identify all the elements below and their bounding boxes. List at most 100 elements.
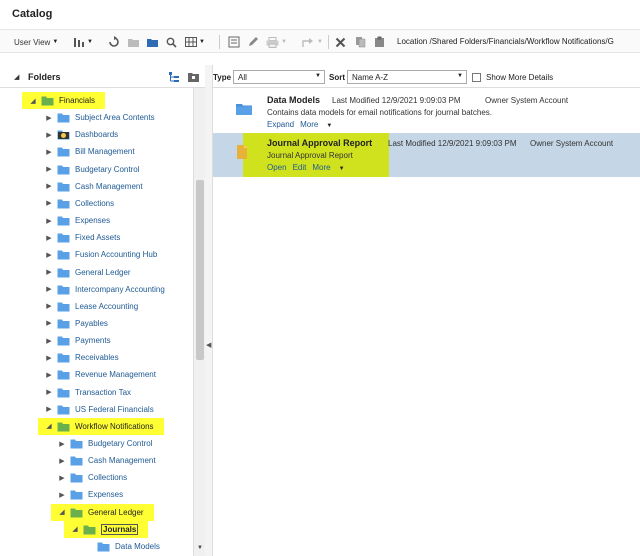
expand-icon[interactable]: ▶ (57, 491, 67, 499)
show-more-details-checkbox[interactable] (472, 73, 481, 82)
sort-select[interactable]: Name A-Z ▼ (347, 70, 467, 84)
expand-icon[interactable]: ▶ (57, 440, 67, 448)
more-link[interactable]: More ▼ (300, 120, 338, 129)
tree-item-label[interactable]: Budgetary Control (88, 439, 152, 448)
share-menu[interactable]: ▼ (302, 35, 323, 49)
collapse-panel-icon[interactable]: ◢ (14, 73, 19, 81)
open-link[interactable]: Open (267, 163, 287, 172)
tree-item-label[interactable]: Expenses (75, 216, 110, 225)
expand-icon[interactable]: ▶ (44, 371, 54, 379)
tree-item[interactable]: ▶ Fixed Assets (44, 229, 120, 246)
tree-item[interactable]: ▶ Receivables (44, 349, 119, 366)
tree-item[interactable]: Data Models (84, 538, 160, 555)
expand-icon[interactable]: ▶ (44, 337, 54, 345)
tree-item[interactable]: ▶ General Ledger (44, 264, 131, 281)
columns-view-button[interactable]: ▼ (73, 35, 93, 49)
expand-icon[interactable]: ▶ (57, 457, 67, 465)
new-folder-button[interactable] (127, 35, 140, 49)
tree-item[interactable]: ▶ Subject Area Contents (44, 109, 155, 126)
edit-link[interactable]: Edit (293, 163, 307, 172)
tree-item[interactable]: ◢ General Ledger (51, 503, 154, 521)
collapse-icon[interactable]: ◢ (44, 422, 54, 430)
print-menu[interactable]: ▼ (266, 35, 287, 49)
expand-icon[interactable]: ▶ (44, 148, 54, 156)
tree-item-label[interactable]: General Ledger (75, 268, 131, 277)
expand-icon[interactable]: ▶ (44, 302, 54, 310)
catalog-item[interactable]: Data Models Last Modified 12/9/2021 9:09… (213, 90, 640, 134)
tree-item-label[interactable]: Payments (75, 336, 111, 345)
expand-icon[interactable]: ▶ (44, 285, 54, 293)
tree-item[interactable]: ▶ US Federal Financials (44, 401, 154, 418)
expand-icon[interactable]: ▶ (44, 319, 54, 327)
collapse-icon[interactable]: ◢ (57, 508, 67, 516)
type-select[interactable]: All ▼ (233, 70, 325, 84)
task-button[interactable] (228, 35, 240, 49)
expand-icon[interactable]: ▶ (44, 182, 54, 190)
user-view-menu[interactable]: User View ▼ (14, 35, 58, 49)
view-options-menu[interactable]: ▼ (185, 35, 205, 49)
refresh-button[interactable] (108, 35, 120, 49)
tree-item[interactable]: ▶ Cash Management (44, 178, 143, 195)
item-name[interactable]: Data Models (267, 95, 320, 105)
tree-item-label[interactable]: Data Models (115, 542, 160, 551)
expand-icon[interactable]: ▶ (44, 251, 54, 259)
tree-item-label[interactable]: Intercompany Accounting (75, 285, 165, 294)
tree-item[interactable]: ◢ Journals (64, 520, 149, 538)
tree-item-label[interactable]: Fixed Assets (75, 233, 120, 242)
tree-item-label[interactable]: Cash Management (88, 456, 156, 465)
expand-icon[interactable]: ▶ (44, 217, 54, 225)
more-link[interactable]: More ▼ (312, 163, 350, 172)
tree-view-icon[interactable] (168, 71, 180, 83)
tree-item-label[interactable]: Revenue Management (75, 370, 156, 379)
tree-scrollbar[interactable]: ▼ (193, 88, 205, 556)
copy-button[interactable] (355, 35, 366, 49)
edit-button[interactable] (247, 35, 259, 49)
expand-icon[interactable]: ▶ (44, 354, 54, 362)
tree-item-label[interactable]: Fusion Accounting Hub (75, 250, 157, 259)
tree-item-label[interactable]: Journals (101, 523, 139, 535)
tree-item[interactable]: ▶ Collections (44, 195, 114, 212)
expand-icon[interactable]: ▶ (44, 114, 54, 122)
expand-link[interactable]: Expand (267, 120, 294, 129)
tree-item[interactable]: ▶ Revenue Management (44, 366, 156, 383)
scroll-down-icon[interactable]: ▼ (197, 545, 203, 551)
tree-item-label[interactable]: Receivables (75, 353, 119, 362)
tree-item[interactable]: ▶ Budgetary Control (57, 435, 152, 452)
tree-item-label[interactable]: Collections (88, 473, 127, 482)
collapse-arrow-icon[interactable]: ◀ (206, 341, 211, 349)
tree-item-label[interactable]: Collections (75, 199, 114, 208)
tree-item[interactable]: ▶ Expenses (44, 212, 110, 229)
item-name[interactable]: Journal Approval Report (267, 138, 372, 148)
tree-item-label[interactable]: Financials (59, 96, 95, 105)
tree-item[interactable]: ▶ Bill Management (44, 143, 135, 160)
tree-item-label[interactable]: Subject Area Contents (75, 113, 155, 122)
folder-up-button[interactable] (146, 35, 159, 49)
expand-icon[interactable]: ▶ (44, 199, 54, 207)
tree-item-label[interactable]: Lease Accounting (75, 302, 138, 311)
expand-icon[interactable]: ▶ (57, 474, 67, 482)
tree-item-label[interactable]: Transaction Tax (75, 388, 131, 397)
tree-item[interactable]: ▶ Transaction Tax (44, 384, 131, 401)
tree-item-label[interactable]: Budgetary Control (75, 165, 139, 174)
tree-item-label[interactable]: Payables (75, 319, 108, 328)
collapse-icon[interactable]: ◢ (70, 525, 80, 533)
tree-item[interactable]: ▶ Expenses (57, 486, 123, 503)
tree-item-label[interactable]: US Federal Financials (75, 405, 154, 414)
tree-item[interactable]: ▶ Payables (44, 315, 108, 332)
tree-item-label[interactable]: Expenses (88, 490, 123, 499)
expand-icon[interactable]: ▶ (44, 268, 54, 276)
expand-icon[interactable]: ▶ (44, 165, 54, 173)
new-folder-icon[interactable] (187, 71, 200, 83)
expand-icon[interactable]: ▶ (44, 234, 54, 242)
expand-icon[interactable]: ▶ (44, 405, 54, 413)
tree-item[interactable]: ▶ Dashboards (44, 126, 118, 143)
tree-item[interactable]: ▶ Fusion Accounting Hub (44, 246, 157, 263)
delete-button[interactable] (335, 35, 346, 49)
collapse-icon[interactable]: ◢ (28, 97, 38, 105)
location-path[interactable]: /Shared Folders/Financials/Workflow Noti… (429, 37, 613, 46)
tree-item-label[interactable]: Cash Management (75, 182, 143, 191)
expand-icon[interactable]: ▶ (44, 388, 54, 396)
tree-item-label[interactable]: Workflow Notifications (75, 422, 154, 431)
tree-item[interactable]: ▶ Intercompany Accounting (44, 281, 165, 298)
tree-item-label[interactable]: Bill Management (75, 147, 135, 156)
